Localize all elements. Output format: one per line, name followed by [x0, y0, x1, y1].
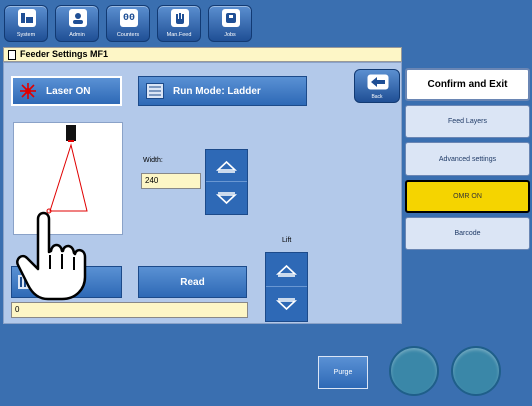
user-icon	[69, 9, 87, 27]
width-down-button[interactable]	[206, 183, 247, 215]
laser-icon	[19, 82, 37, 100]
advanced-settings-button[interactable]: Advanced settings	[405, 142, 530, 176]
system-icon	[18, 9, 36, 27]
read-button[interactable]: Read	[138, 266, 247, 298]
chevron-up-icon	[215, 160, 238, 173]
laser-on-button[interactable]: Laser ON	[11, 76, 122, 106]
window-title: Feeder Settings MF1	[20, 49, 109, 59]
jobs-icon	[222, 9, 240, 27]
feed-layers-button[interactable]: Feed Layers	[405, 105, 530, 138]
ladder-icon	[146, 83, 164, 99]
chevron-down-icon	[275, 298, 298, 311]
width-field[interactable]: 240	[141, 173, 201, 189]
omr-on-button[interactable]: OMR ON	[405, 180, 530, 213]
top-toolbar: System Admin 00 Counters Man.Feed Jobs	[0, 0, 532, 48]
round-button-right[interactable]	[451, 346, 501, 396]
width-label: Width:	[143, 157, 163, 164]
back-arrow-icon	[367, 74, 389, 95]
pointer-hand-icon	[14, 207, 94, 303]
lift-up-button[interactable]	[266, 253, 307, 287]
width-up-button[interactable]	[206, 150, 247, 182]
barcode-button[interactable]: Barcode	[405, 217, 530, 250]
window-icon	[8, 50, 16, 60]
counter-icon: 00	[120, 9, 138, 27]
lift-down-button[interactable]	[266, 288, 307, 322]
window-title-bar: Feeder Settings MF1	[3, 47, 402, 62]
width-stepper	[205, 149, 248, 215]
confirm-and-exit-button[interactable]: Confirm and Exit	[405, 68, 530, 101]
toolbar-jobs-button[interactable]: Jobs	[208, 5, 252, 42]
lift-label: Lift	[282, 237, 292, 244]
toolbar-system-button[interactable]: System	[4, 5, 48, 42]
hand-icon	[171, 9, 189, 27]
purge-button[interactable]: Purge	[318, 356, 368, 389]
lift-stepper	[265, 252, 308, 322]
run-mode-button[interactable]: Run Mode: Ladder	[138, 76, 307, 106]
toolbar-counters-button[interactable]: 00 Counters	[106, 5, 150, 42]
chevron-down-icon	[215, 192, 238, 205]
chevron-up-icon	[275, 264, 298, 277]
read-value-field: 0	[11, 302, 248, 318]
toolbar-manfeed-button[interactable]: Man.Feed	[157, 5, 201, 42]
back-button[interactable]: Back	[354, 69, 400, 103]
toolbar-admin-button[interactable]: Admin	[55, 5, 99, 42]
round-button-left[interactable]	[389, 346, 439, 396]
